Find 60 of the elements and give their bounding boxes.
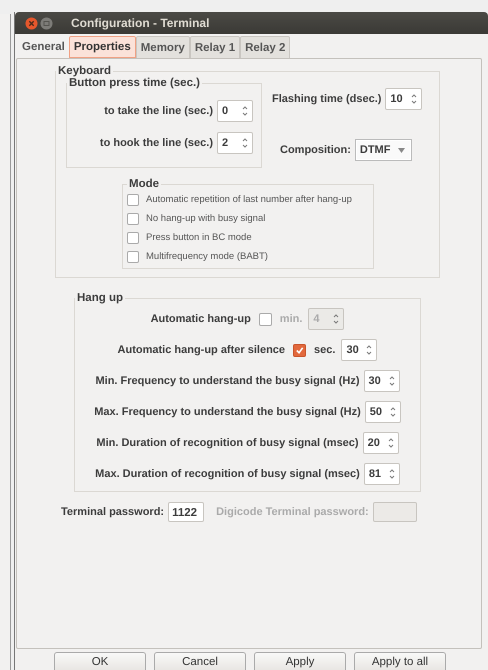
minimize-icon[interactable] — [40, 16, 53, 30]
spin-field[interactable]: 30 — [341, 339, 378, 361]
dialog-button[interactable]: Cancel — [154, 652, 246, 670]
tab[interactable]: Relay 2 — [240, 36, 290, 58]
option-label: No hang-up with busy signal — [146, 213, 266, 224]
password-field[interactable]: 1122 — [168, 502, 204, 522]
option-label: Multifrequency mode (BABT) — [146, 251, 268, 262]
composition-dropdown[interactable]: DTMF — [354, 139, 412, 161]
spin-arrows-icon — [242, 137, 248, 149]
checkbox[interactable] — [127, 212, 139, 224]
field-label: Digicode Terminal password: — [216, 506, 369, 518]
spin-arrows-icon — [333, 313, 340, 325]
spin-arrows-icon — [390, 406, 396, 418]
spin-field[interactable]: 20 — [362, 432, 399, 454]
field-label: Flashing time (dsec.) — [272, 93, 382, 105]
spin-arrows-icon — [388, 437, 394, 449]
spin-field[interactable]: 50 — [364, 401, 401, 423]
option-label: Press button in BC mode — [146, 232, 252, 243]
group-title: Hang up — [76, 292, 124, 304]
field-label: Automatic hang-up — [150, 313, 251, 325]
group-title: Button press time (sec.) — [68, 77, 201, 89]
tab[interactable]: General — [18, 36, 69, 58]
spin-arrows-icon — [388, 468, 395, 480]
spin-field[interactable]: 0 — [217, 100, 253, 122]
field-label: Composition: — [280, 144, 351, 156]
unit-label: min. — [280, 313, 302, 325]
spin-field[interactable]: 2 — [217, 132, 253, 154]
field-label: Terminal password: — [61, 506, 164, 518]
close-icon[interactable] — [25, 16, 38, 30]
tab[interactable]: Properties — [68, 36, 136, 58]
window-title: Configuration - Terminal — [71, 16, 210, 30]
caret-icon — [398, 148, 406, 152]
dialog-button[interactable]: Apply — [254, 652, 346, 670]
tab[interactable]: Relay 1 — [190, 36, 240, 58]
checkbox[interactable] — [293, 344, 306, 356]
spin-arrows-icon — [388, 375, 395, 387]
checkbox[interactable] — [127, 250, 139, 262]
field-label: Max. Duration of recognition of busy signal (msec) — [95, 468, 360, 480]
password-field[interactable] — [372, 502, 417, 522]
spin-arrows-icon — [242, 105, 248, 117]
spin-field[interactable]: 30 — [364, 370, 400, 392]
group-title: Mode — [128, 178, 160, 190]
field-label: Min. Duration of recognition of busy signal (msec) — [96, 437, 359, 449]
unit-label: sec. — [314, 344, 336, 356]
dialog-button[interactable]: Apply to all — [354, 652, 446, 670]
spin-arrows-icon — [411, 93, 418, 105]
spin-field[interactable]: 81 — [364, 463, 400, 485]
tab[interactable]: Memory — [136, 36, 190, 58]
field-label: Max. Frequency to understand the busy signal (Hz) — [94, 406, 361, 418]
field-label: to take the line (sec.) — [104, 105, 213, 117]
option-label: Automatic repetition of last number after hang-up — [146, 194, 352, 205]
checkbox[interactable] — [127, 194, 139, 206]
field-label: Automatic hang-up after silence — [118, 344, 286, 356]
field-label: to hook the line (sec.) — [100, 137, 213, 149]
field-label: Min. Frequency to understand the busy signal (Hz) — [95, 375, 360, 387]
group-title: Keyboard — [57, 65, 112, 77]
checkbox[interactable] — [127, 232, 139, 244]
dialog-button[interactable]: OK — [54, 652, 146, 670]
spin-arrows-icon — [366, 344, 372, 356]
spin-field[interactable]: 10 — [385, 88, 422, 110]
